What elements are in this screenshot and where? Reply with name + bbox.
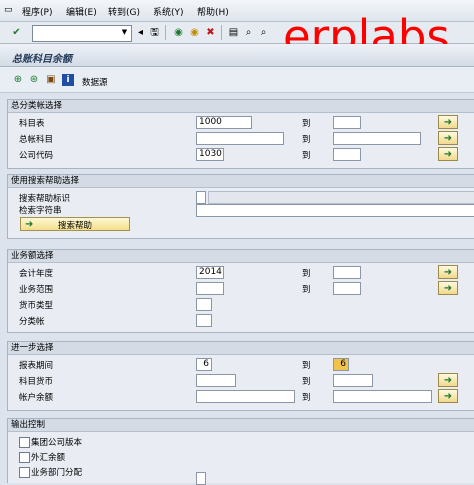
account-balance-to[interactable]: [333, 390, 432, 403]
gl-account-from[interactable]: [196, 132, 284, 145]
get-variant-icon[interactable]: ▣: [45, 74, 57, 86]
menu-help[interactable]: 帮助(H): [197, 5, 229, 18]
label-group-version: 集团公司版本: [31, 438, 83, 448]
group-amount-selection: 业务额选择 会计年度 2014 到 ➜ 业务范围 到 ➜ 货币类型 分类帐: [7, 249, 474, 333]
search-help-id-description: [208, 191, 474, 204]
enter-check-icon[interactable]: ✔: [10, 26, 23, 39]
label-reporting-period: 报表期间: [19, 361, 54, 371]
label-business-area-allocation: 业务部门分配: [31, 468, 83, 478]
search-help-button[interactable]: ➜ 搜索帮助: [20, 217, 130, 231]
application-toolbar: ⊕ ⊛ ▣ i 数据源: [0, 67, 474, 93]
group-title: 输出控制: [8, 419, 474, 432]
reporting-period-to[interactable]: 6: [333, 358, 349, 371]
account-balance-from[interactable]: [196, 390, 295, 403]
multiple-selection-arrow-icon[interactable]: ➜: [438, 281, 458, 295]
gl-account-to[interactable]: [333, 132, 421, 145]
checkbox-business-area-allocation[interactable]: [19, 467, 30, 478]
to-label: 到: [302, 393, 311, 403]
to-label: 到: [302, 377, 311, 387]
group-title: 进一步选择: [8, 342, 474, 355]
company-code-from[interactable]: 1030: [196, 148, 224, 161]
menu-edit[interactable]: 编辑(E): [66, 5, 97, 18]
collapse-icon[interactable]: ◂: [134, 26, 147, 39]
label-business-area: 业务范围: [19, 285, 54, 295]
label-search-help-id: 搜索帮助标识: [19, 194, 71, 204]
screen-title-bar: 总账科目余额: [0, 44, 474, 67]
label-account-currency: 科目货币: [19, 377, 54, 387]
multiple-selection-arrow-icon[interactable]: ➜: [438, 115, 458, 129]
label-gl-account: 总帐科目: [19, 135, 54, 145]
group-search-help: 使用搜索帮助选择 搜索帮助标识 检索字符串 ➜ 搜索帮助: [7, 174, 474, 239]
checkbox-fx-balance[interactable]: [19, 452, 30, 463]
find-next-icon[interactable]: ⌕: [257, 26, 270, 39]
label-company-code: 公司代码: [19, 151, 54, 161]
chart-of-accounts-to[interactable]: [333, 116, 361, 129]
find-icon[interactable]: ⌕: [242, 26, 255, 39]
fiscal-year-from[interactable]: 2014: [196, 266, 224, 279]
dropdown-arrow-icon[interactable]: ▼: [119, 27, 130, 38]
business-area-from[interactable]: [196, 282, 224, 295]
group-title: 业务额选择: [8, 250, 474, 263]
to-label: 到: [302, 361, 311, 371]
to-label: 到: [302, 269, 311, 279]
cancel-icon[interactable]: ✖: [204, 26, 217, 39]
fiscal-year-to[interactable]: [333, 266, 361, 279]
exit-icon[interactable]: ◉: [188, 26, 201, 39]
label-chart-of-accounts: 科目表: [19, 119, 45, 129]
menu-program[interactable]: 程序(P): [22, 5, 52, 18]
group-further-selection: 进一步选择 报表期间 6 到 6 科目货币 到 ➜ 帐户余额 到 ➜: [7, 341, 474, 411]
to-label: 到: [302, 135, 311, 145]
currency-type-field[interactable]: [196, 298, 212, 311]
checkbox-group-version[interactable]: [19, 437, 30, 448]
menu-icon[interactable]: ▭: [4, 5, 13, 15]
print-icon[interactable]: ▤: [227, 26, 240, 39]
info-icon[interactable]: i: [62, 74, 74, 86]
search-help-id-field[interactable]: [196, 191, 206, 204]
multiple-selection-arrow-icon[interactable]: ➜: [438, 389, 458, 403]
business-area-to[interactable]: [333, 282, 361, 295]
to-label: 到: [302, 151, 311, 161]
label-search-string: 检索字符串: [19, 206, 62, 216]
selection-screen: 总分类帐选择 科目表 1000 到 ➜ 总帐科目 到 ➜ 公司代码 1030 到…: [0, 94, 474, 485]
label-fx-balance: 外汇余额: [31, 453, 66, 463]
page-title: 总账科目余额: [12, 54, 72, 65]
variant-icon[interactable]: ⊛: [28, 74, 40, 86]
group-title: 使用搜索帮助选择: [8, 175, 474, 188]
company-code-to[interactable]: [333, 148, 361, 161]
reporting-period-from[interactable]: 6: [196, 358, 212, 371]
group-gl-selection: 总分类帐选择 科目表 1000 到 ➜ 总帐科目 到 ➜ 公司代码 1030 到…: [7, 99, 474, 169]
output-field[interactable]: [196, 472, 206, 485]
menu-goto[interactable]: 转到(G): [108, 5, 140, 18]
group-title: 总分类帐选择: [8, 100, 474, 113]
label-fiscal-year: 会计年度: [19, 269, 54, 279]
command-field[interactable]: ▼: [32, 25, 132, 42]
back-icon[interactable]: ◉: [172, 26, 185, 39]
data-source-button[interactable]: 数据源: [82, 76, 108, 88]
label-account-balance: 帐户余额: [19, 393, 54, 403]
account-currency-to[interactable]: [333, 374, 373, 387]
search-string-field[interactable]: [196, 204, 474, 217]
multiple-selection-arrow-icon[interactable]: ➜: [438, 265, 458, 279]
group-output-control: 输出控制 集团公司版本 外汇余额 业务部门分配: [7, 418, 474, 485]
execute-icon[interactable]: ⊕: [12, 74, 24, 86]
to-label: 到: [302, 119, 311, 129]
to-label: 到: [302, 285, 311, 295]
multiple-selection-arrow-icon[interactable]: ➜: [438, 131, 458, 145]
save-icon[interactable]: 🖫: [148, 26, 161, 39]
account-currency-from[interactable]: [196, 374, 236, 387]
chart-of-accounts-from[interactable]: 1000: [196, 116, 252, 129]
multiple-selection-arrow-icon[interactable]: ➜: [438, 147, 458, 161]
multiple-selection-arrow-icon[interactable]: ➜: [438, 373, 458, 387]
label-ledger: 分类帐: [19, 317, 45, 327]
ledger-field[interactable]: [196, 314, 212, 327]
label-currency-type: 货币类型: [19, 301, 54, 311]
menu-system[interactable]: 系统(Y): [153, 5, 184, 18]
